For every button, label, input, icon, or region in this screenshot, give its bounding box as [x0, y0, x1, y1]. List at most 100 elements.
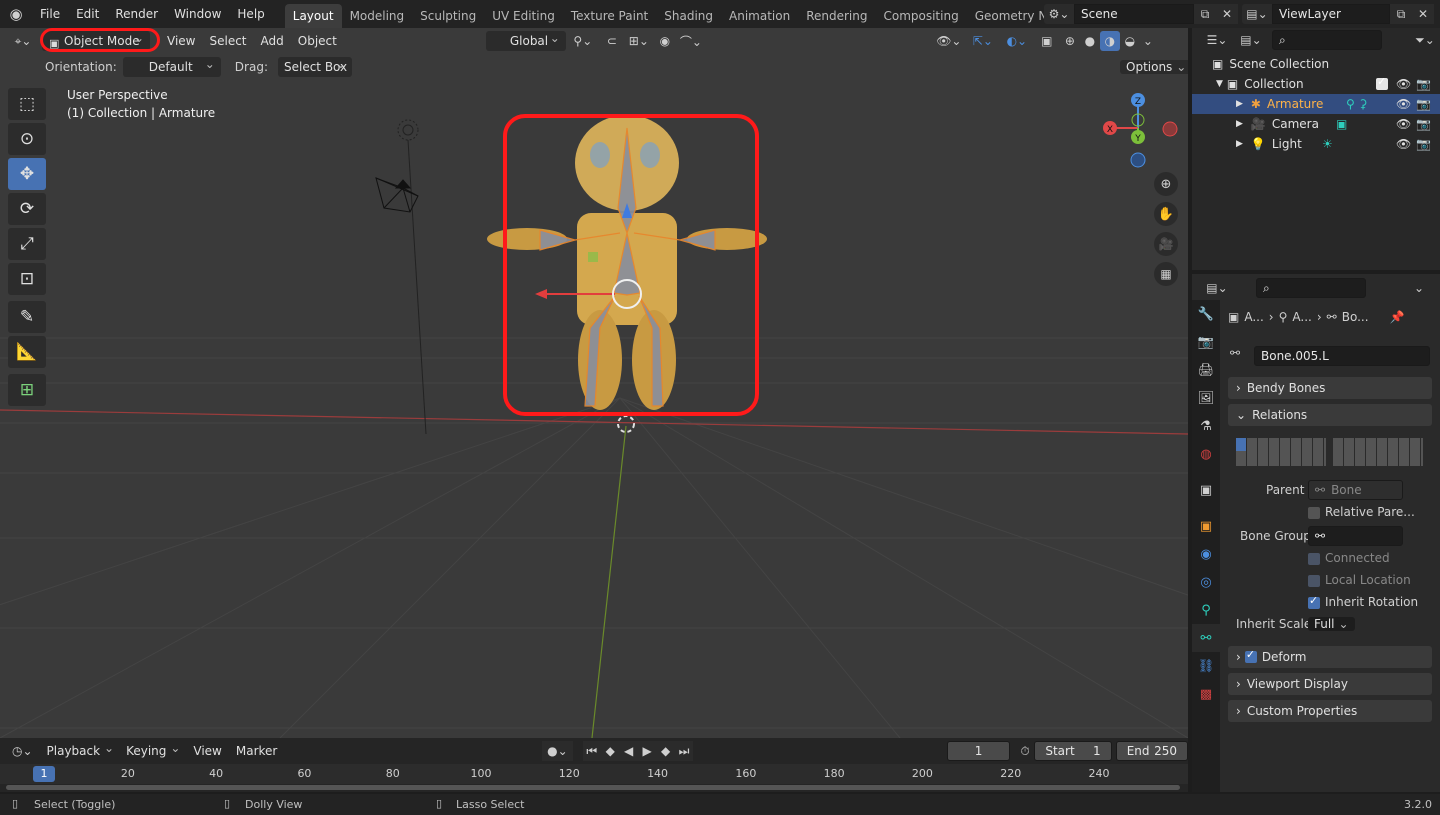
- connected-checkbox[interactable]: [1308, 552, 1320, 565]
- outliner-item-light[interactable]: ▶ 💡 Light ☀ 👁 📷: [1192, 134, 1440, 154]
- shading-wireframe-icon[interactable]: ⊕: [1060, 31, 1080, 51]
- scene-name-field[interactable]: Scene: [1074, 4, 1194, 24]
- proportional-edit-icon[interactable]: ◉: [654, 31, 676, 51]
- ortho-toggle-icon[interactable]: ▦: [1154, 262, 1178, 286]
- shading-rendered-icon[interactable]: ◒: [1120, 31, 1140, 51]
- tab-layout[interactable]: Layout: [284, 4, 342, 28]
- options-dropdown[interactable]: Options: [1120, 60, 1188, 74]
- light-eye-icon[interactable]: 👁: [1396, 137, 1411, 151]
- play-reverse-icon[interactable]: ◀: [619, 741, 638, 761]
- scale-tool-icon[interactable]: ⤢: [8, 228, 46, 260]
- collection-expand-icon[interactable]: ▼: [1216, 79, 1223, 89]
- armature-bones[interactable]: [539, 127, 716, 407]
- camera-view-icon[interactable]: 🎥: [1154, 232, 1178, 256]
- panel-custom-properties[interactable]: › Custom Properties: [1228, 700, 1432, 722]
- snap-icon[interactable]: ⊂: [600, 31, 624, 51]
- armature-render-icon[interactable]: 📷: [1416, 97, 1431, 111]
- relative-parent-checkbox[interactable]: [1308, 506, 1320, 519]
- bone-constraint-tab-icon[interactable]: ⛓: [1192, 652, 1220, 680]
- bone-layer-active[interactable]: [1236, 438, 1246, 451]
- tab-compositing[interactable]: Compositing: [875, 4, 966, 28]
- local-location-row[interactable]: Local Location: [1308, 573, 1411, 587]
- collection-render-icon[interactable]: 📷: [1416, 77, 1431, 91]
- render-tab-icon[interactable]: 📷: [1192, 328, 1220, 356]
- shading-material-icon[interactable]: ◑: [1099, 31, 1120, 51]
- tab-texture-paint[interactable]: Texture Paint: [563, 4, 656, 28]
- remove-scene-icon[interactable]: ✕: [1216, 4, 1238, 24]
- deform-checkbox[interactable]: [1244, 648, 1257, 663]
- display-mode-icon[interactable]: ▤⌄: [1234, 30, 1268, 50]
- properties-options-icon[interactable]: ⌄: [1408, 278, 1430, 298]
- tool-tab-icon[interactable]: 🔧: [1192, 300, 1220, 328]
- viewport-menu-select[interactable]: Select: [202, 34, 253, 48]
- inherit-rotation-checkbox[interactable]: [1308, 594, 1320, 609]
- add-cube-tool-icon[interactable]: ⊞: [8, 374, 46, 406]
- world-tab-icon[interactable]: ◍: [1192, 440, 1220, 468]
- menu-render[interactable]: Render: [107, 0, 166, 28]
- navigation-gizmo[interactable]: Z X Y: [1096, 88, 1180, 172]
- camera-render-icon[interactable]: 📷: [1416, 117, 1431, 131]
- relative-parent-row[interactable]: Relative Pare...: [1308, 505, 1415, 519]
- armature-data-tab-icon[interactable]: ⚲: [1192, 596, 1220, 624]
- menu-help[interactable]: Help: [229, 0, 272, 28]
- viewport-menu-object[interactable]: Object: [291, 34, 344, 48]
- collection-tab-icon[interactable]: ▣: [1192, 476, 1220, 504]
- pivot-point-icon[interactable]: ⚲⌄: [566, 31, 600, 51]
- preview-range-icon[interactable]: ⏱: [1016, 741, 1034, 761]
- texture-tab-icon[interactable]: ▩: [1192, 680, 1220, 708]
- viewport-menu-add[interactable]: Add: [254, 34, 291, 48]
- output-tab-icon[interactable]: 🖨: [1192, 356, 1220, 384]
- keying-dropdown[interactable]: Keying: [120, 738, 186, 761]
- tab-rendering[interactable]: Rendering: [798, 4, 875, 28]
- viewport-scene[interactable]: [0, 28, 1188, 738]
- timeline-scrollbar[interactable]: [6, 785, 1180, 790]
- drag-dropdown[interactable]: Select Box: [277, 54, 352, 77]
- bone-layers-grid-right[interactable]: [1333, 438, 1423, 466]
- snap-target-icon[interactable]: ⊞⌄: [624, 31, 654, 51]
- local-location-checkbox[interactable]: [1308, 574, 1320, 587]
- transform-tool-icon[interactable]: ⊡: [8, 263, 46, 295]
- tab-modeling[interactable]: Modeling: [342, 4, 413, 28]
- overlays-toggle-icon[interactable]: ◐⌄: [1000, 31, 1034, 51]
- outliner-collection[interactable]: ▼ ▣ Collection 👁 📷: [1192, 74, 1440, 94]
- menu-window[interactable]: Window: [166, 0, 229, 28]
- timeline-ruler[interactable]: 1 20 40 60 80 100 120 140 160 180 200 220 240: [0, 764, 1188, 784]
- blender-logo-icon[interactable]: ◉: [0, 4, 32, 24]
- bone-tab-icon[interactable]: ⚯: [1192, 624, 1220, 652]
- light-expand-icon[interactable]: ▶: [1236, 139, 1243, 149]
- inherit-rotation-row[interactable]: Inherit Rotation: [1308, 594, 1418, 609]
- viewport-menu-view[interactable]: View: [160, 34, 202, 48]
- scene-icon[interactable]: ⚙⌄: [1044, 4, 1074, 24]
- tab-shading[interactable]: Shading: [656, 4, 721, 28]
- cursor-tool-icon[interactable]: ⊙: [8, 123, 46, 155]
- falloff-icon[interactable]: ⌒⌄: [676, 31, 706, 51]
- record-icon[interactable]: ●⌄: [542, 741, 573, 761]
- outliner-scene-collection[interactable]: ▣ Scene Collection: [1192, 54, 1440, 74]
- outliner-editor-type-icon[interactable]: ☰⌄: [1200, 30, 1234, 50]
- shading-options-icon[interactable]: ⌄: [1140, 31, 1156, 51]
- view-layer-name-field[interactable]: ViewLayer: [1272, 4, 1390, 24]
- outliner-filter-icon[interactable]: ⏷⌄: [1410, 30, 1440, 50]
- timeline-menu-marker[interactable]: Marker: [229, 744, 284, 758]
- bone-name-field[interactable]: Bone.005.L: [1254, 346, 1430, 366]
- gizmo-toggle-icon[interactable]: ⇱⌄: [966, 31, 1000, 51]
- jump-end-icon[interactable]: ⏭: [674, 741, 694, 761]
- panel-deform[interactable]: › Deform: [1228, 646, 1432, 668]
- outliner-item-armature[interactable]: ▶ ✱ Armature ⚲ ⚳ 👁 📷: [1192, 94, 1440, 114]
- current-frame-field[interactable]: 1: [947, 741, 1010, 761]
- panel-relations[interactable]: ⌄ Relations: [1228, 404, 1432, 426]
- tab-uv-editing[interactable]: UV Editing: [484, 4, 563, 28]
- bone-group-field[interactable]: ⚯: [1308, 526, 1403, 546]
- parent-field[interactable]: ⚯ Bone: [1308, 480, 1403, 500]
- properties-search-input[interactable]: ⌕: [1256, 278, 1366, 298]
- object-tab-icon[interactable]: ▣: [1192, 512, 1220, 540]
- tab-animation[interactable]: Animation: [721, 4, 798, 28]
- light-object[interactable]: [397, 119, 419, 141]
- remove-view-layer-icon[interactable]: ✕: [1412, 4, 1434, 24]
- pin-icon[interactable]: 📌: [1390, 310, 1405, 324]
- properties-editor-type-icon[interactable]: ▤⌄: [1200, 278, 1234, 298]
- view-layer-tab-icon[interactable]: 🖼: [1192, 384, 1220, 412]
- armature-expand-icon[interactable]: ▶: [1236, 99, 1243, 109]
- orientation-dropdown[interactable]: Default: [122, 54, 221, 77]
- bone-layers-grid-left[interactable]: [1236, 438, 1326, 466]
